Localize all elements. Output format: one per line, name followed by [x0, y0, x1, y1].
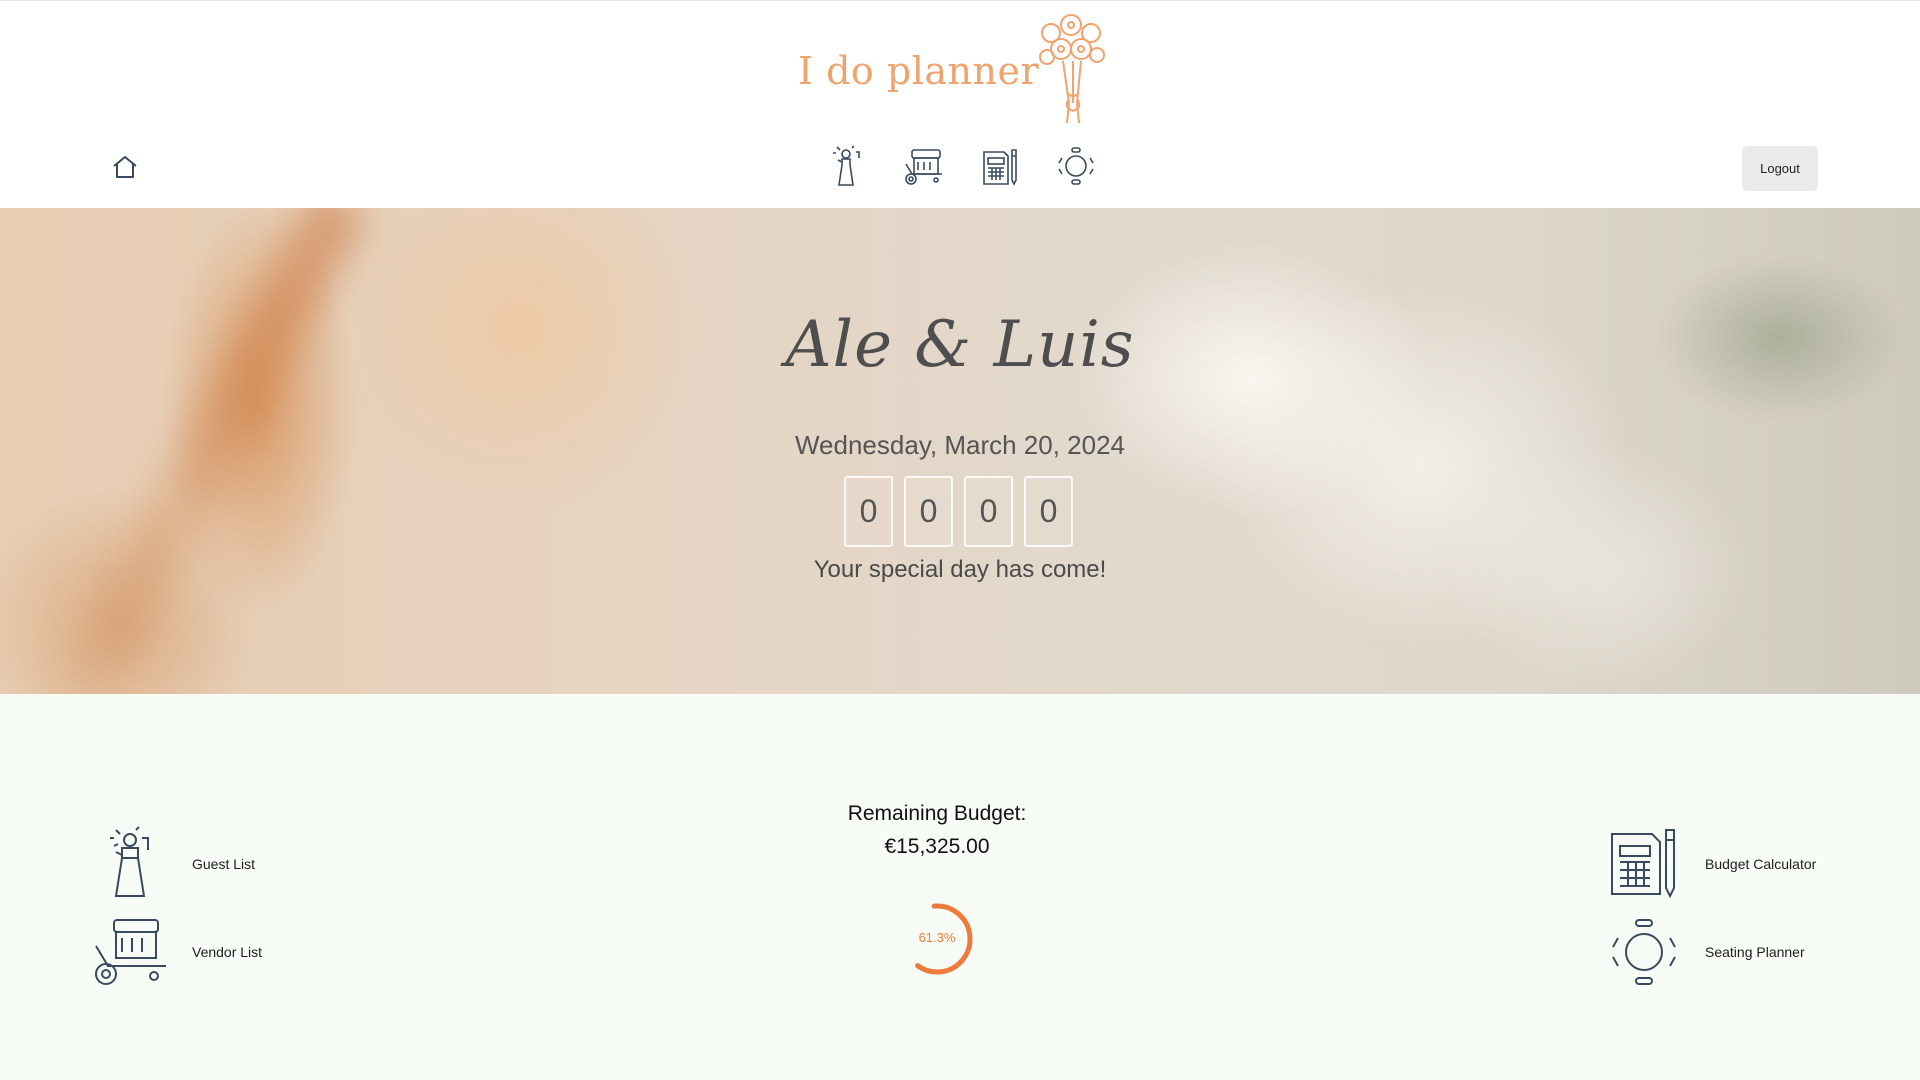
bouquet-logo-icon — [1039, 14, 1105, 124]
wedding-date: Wednesday, March 20, 2024 — [794, 430, 1125, 460]
seating-planner-link[interactable]: Seating Planner — [1604, 912, 1805, 992]
nav-seating-planner-icon[interactable] — [1054, 144, 1098, 188]
nav-budget-calculator-icon[interactable] — [978, 144, 1022, 188]
countdown-digit: 0 — [1024, 476, 1073, 547]
countdown-digit: 0 — [844, 476, 893, 547]
countdown-timer: 0 0 0 0 — [844, 476, 1073, 547]
hero-banner: Ale & Luis Wednesday, March 20, 2024 0 0… — [0, 208, 1920, 694]
seating-planner-label: Seating Planner — [1705, 944, 1805, 960]
couple-names: Ale & Luis — [785, 308, 1135, 382]
home-icon — [113, 156, 137, 178]
app-logo[interactable]: I do planner — [798, 11, 1128, 129]
budget-calculator-label: Budget Calculator — [1705, 856, 1817, 872]
countdown-digit: 0 — [904, 476, 953, 547]
top-header: I do planner Logout — [0, 0, 1920, 208]
vendor-list-label: Vendor List — [192, 944, 263, 960]
vendor-cart-icon — [95, 919, 166, 985]
budget-calculator-link[interactable]: Budget Calculator — [1604, 824, 1816, 904]
main-nav — [826, 144, 1098, 194]
remaining-budget-title: Remaining Budget: — [847, 802, 1027, 825]
home-button[interactable] — [108, 151, 142, 183]
logo-text: I do planner — [798, 49, 1040, 93]
remaining-budget-amount: €15,325.00 — [884, 835, 990, 858]
countdown-message: Your special day has come! — [813, 556, 1107, 583]
seating-table-icon — [1612, 919, 1676, 985]
budget-percent-label: 61.3% — [918, 930, 956, 945]
countdown-digit: 0 — [964, 476, 1013, 547]
vendor-list-link[interactable]: Vendor List — [92, 912, 262, 992]
logout-button[interactable]: Logout — [1742, 146, 1818, 191]
nav-guest-list-icon[interactable] — [826, 144, 870, 188]
nav-vendor-list-icon[interactable] — [902, 144, 946, 188]
calculator-icon — [1611, 829, 1675, 899]
dashboard-section: Guest List Vendor List Remaining Budget:… — [0, 694, 1920, 1080]
